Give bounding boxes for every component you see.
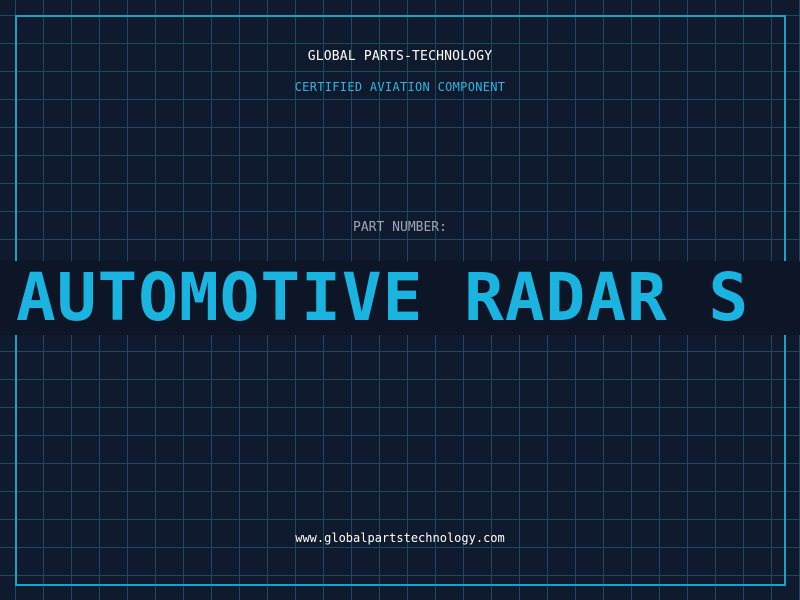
website-url[interactable]: www.globalpartstechnology.com [0, 531, 800, 545]
blueprint-page: GLOBAL PARTS-TECHNOLOGY CERTIFIED AVIATI… [0, 0, 800, 600]
part-number-value: AUTOMOTIVE RADAR S [16, 261, 750, 335]
part-number-banner: AUTOMOTIVE RADAR S [0, 261, 800, 335]
company-name: GLOBAL PARTS-TECHNOLOGY [307, 49, 493, 64]
part-number-label: PART NUMBER: [353, 220, 447, 235]
certification-subtitle: CERTIFIED AVIATION COMPONENT [294, 80, 506, 94]
